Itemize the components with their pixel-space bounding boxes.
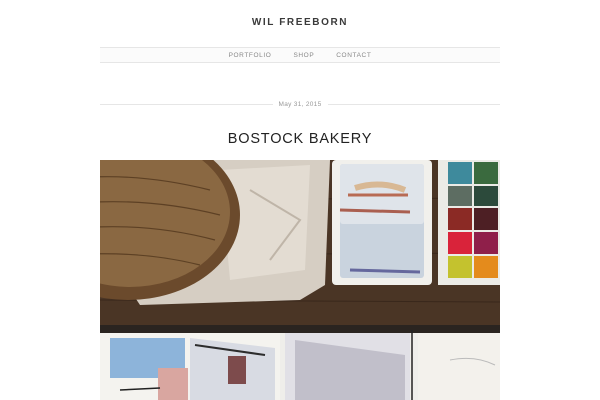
- post-title[interactable]: BOSTOCK BAKERY: [0, 131, 600, 147]
- main-nav: PORTFOLIO SHOP CONTACT: [100, 47, 500, 63]
- post-date-row: May 31, 2015: [100, 99, 500, 109]
- post-date: May 31, 2015: [278, 100, 322, 108]
- nav-item-contact[interactable]: CONTACT: [336, 52, 371, 59]
- nav-item-shop[interactable]: SHOP: [293, 52, 314, 59]
- site-title[interactable]: WIL FREEBORN: [0, 17, 600, 28]
- divider: [327, 103, 500, 105]
- nav-item-portfolio[interactable]: PORTFOLIO: [229, 52, 272, 59]
- divider: [100, 103, 273, 105]
- post-featured-image: [100, 160, 500, 400]
- painting-photo: [100, 160, 500, 400]
